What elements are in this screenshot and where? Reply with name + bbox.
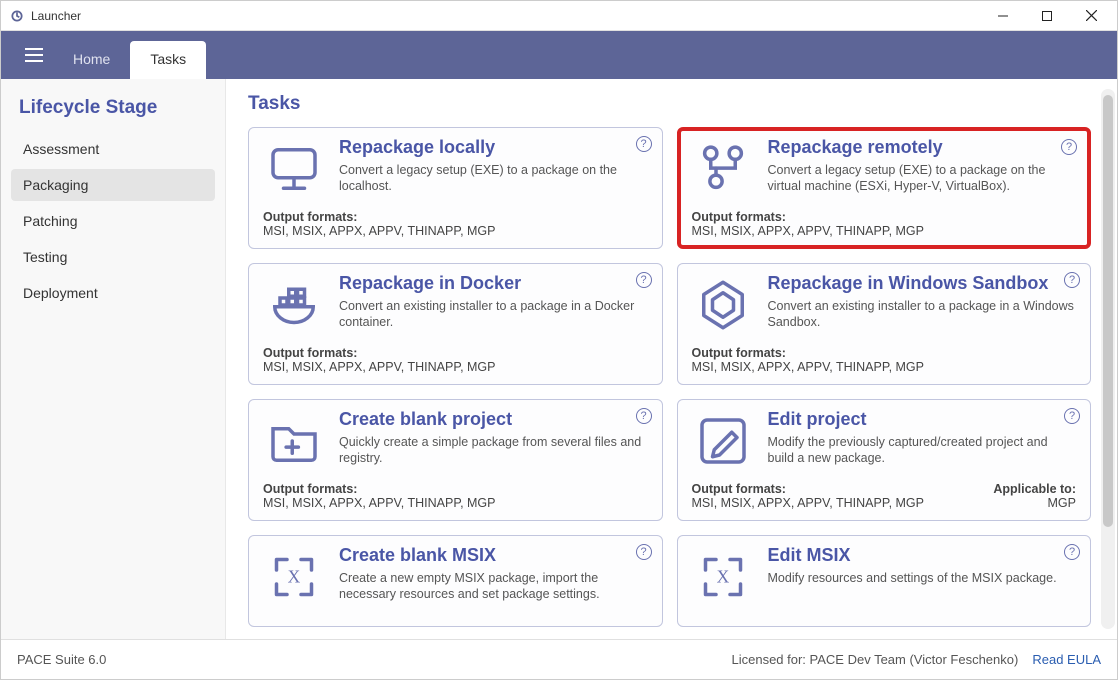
card-title: Repackage locally bbox=[339, 138, 648, 158]
card-title: Repackage in Docker bbox=[339, 274, 648, 294]
card-desc: Convert an existing installer to a packa… bbox=[339, 298, 648, 331]
card-title: Create blank project bbox=[339, 410, 648, 430]
card-desc: Quickly create a simple package from sev… bbox=[339, 434, 648, 467]
card-repackage-locally[interactable]: ? Repackage locally Convert a legacy set… bbox=[248, 127, 663, 249]
output-formats-value: MSI, MSIX, APPX, APPV, THINAPP, MGP bbox=[692, 496, 925, 510]
output-formats-label: Output formats: bbox=[692, 210, 786, 224]
help-icon[interactable]: ? bbox=[1064, 544, 1080, 560]
msix-icon: X bbox=[263, 546, 325, 608]
page-title: Tasks bbox=[248, 93, 1095, 115]
status-bar: PACE Suite 6.0 Licensed for: PACE Dev Te… bbox=[1, 639, 1117, 679]
monitor-icon bbox=[263, 138, 325, 200]
help-icon[interactable]: ? bbox=[1064, 272, 1080, 288]
output-formats-value: MSI, MSIX, APPX, APPV, THINAPP, MGP bbox=[263, 224, 496, 238]
sidebar-item-deployment[interactable]: Deployment bbox=[11, 277, 215, 309]
sandbox-icon bbox=[692, 274, 754, 336]
help-icon[interactable]: ? bbox=[636, 272, 652, 288]
svg-text:X: X bbox=[716, 566, 729, 586]
applicable-label: Applicable to: bbox=[993, 482, 1076, 496]
help-icon[interactable]: ? bbox=[1064, 408, 1080, 424]
eula-link[interactable]: Read EULA bbox=[1032, 652, 1101, 667]
card-repackage-remotely[interactable]: ? Repackage remotely Convert a legacy se… bbox=[677, 127, 1092, 249]
card-create-blank-project[interactable]: ? Create blank project Quickly create a … bbox=[248, 399, 663, 521]
sidebar-item-testing[interactable]: Testing bbox=[11, 241, 215, 273]
output-formats-value: MSI, MSIX, APPX, APPV, THINAPP, MGP bbox=[692, 224, 925, 238]
output-formats-label: Output formats: bbox=[263, 210, 357, 224]
output-formats-value: MSI, MSIX, APPX, APPV, THINAPP, MGP bbox=[692, 360, 925, 374]
scrollbar-thumb[interactable] bbox=[1103, 95, 1113, 527]
sidebar: Lifecycle Stage Assessment Packaging Pat… bbox=[1, 79, 226, 639]
card-title: Edit MSIX bbox=[768, 546, 1057, 566]
card-edit-project[interactable]: ? Edit project Modify the previously cap… bbox=[677, 399, 1092, 521]
help-icon[interactable]: ? bbox=[636, 544, 652, 560]
help-icon[interactable]: ? bbox=[1061, 139, 1077, 155]
card-desc: Convert a legacy setup (EXE) to a packag… bbox=[768, 162, 1077, 195]
titlebar: Launcher bbox=[1, 1, 1117, 31]
card-title: Repackage remotely bbox=[768, 138, 1077, 158]
top-nav: Home Tasks bbox=[1, 31, 1117, 79]
output-formats-label: Output formats: bbox=[692, 482, 786, 496]
applicable-value: MGP bbox=[1048, 496, 1076, 510]
main-panel: Tasks ? Repackage locally Convert a lega… bbox=[226, 79, 1117, 639]
card-desc: Create a new empty MSIX package, import … bbox=[339, 570, 648, 603]
output-formats-label: Output formats: bbox=[692, 346, 786, 360]
sidebar-title: Lifecycle Stage bbox=[11, 93, 215, 131]
close-button[interactable] bbox=[1069, 1, 1113, 30]
menu-button[interactable] bbox=[15, 31, 53, 79]
card-desc: Modify resources and settings of the MSI… bbox=[768, 570, 1057, 586]
output-formats-value: MSI, MSIX, APPX, APPV, THINAPP, MGP bbox=[263, 496, 496, 510]
edit-icon bbox=[692, 410, 754, 472]
msix-icon: X bbox=[692, 546, 754, 608]
card-repackage-sandbox[interactable]: ? Repackage in Windows Sandbox Convert a… bbox=[677, 263, 1092, 385]
card-create-blank-msix[interactable]: ? X Create blank MSIX Create a new empty… bbox=[248, 535, 663, 627]
help-icon[interactable]: ? bbox=[636, 408, 652, 424]
sidebar-item-assessment[interactable]: Assessment bbox=[11, 133, 215, 165]
minimize-button[interactable] bbox=[981, 1, 1025, 30]
card-desc: Convert a legacy setup (EXE) to a packag… bbox=[339, 162, 648, 195]
window-title: Launcher bbox=[31, 9, 81, 23]
card-edit-msix[interactable]: ? X Edit MSIX Modify resources and setti… bbox=[677, 535, 1092, 627]
output-formats-label: Output formats: bbox=[263, 482, 357, 496]
network-icon bbox=[692, 138, 754, 200]
license-label: Licensed for: PACE Dev Team (Victor Fesc… bbox=[731, 652, 1018, 667]
output-formats-value: MSI, MSIX, APPX, APPV, THINAPP, MGP bbox=[263, 360, 496, 374]
card-title: Repackage in Windows Sandbox bbox=[768, 274, 1077, 294]
sidebar-item-patching[interactable]: Patching bbox=[11, 205, 215, 237]
docker-icon bbox=[263, 274, 325, 336]
version-label: PACE Suite 6.0 bbox=[17, 652, 731, 667]
card-title: Edit project bbox=[768, 410, 1077, 430]
tab-tasks[interactable]: Tasks bbox=[130, 41, 206, 79]
card-desc: Modify the previously captured/created p… bbox=[768, 434, 1077, 467]
card-repackage-docker[interactable]: ? Repackage in Docker Convert an existin… bbox=[248, 263, 663, 385]
maximize-button[interactable] bbox=[1025, 1, 1069, 30]
tab-home[interactable]: Home bbox=[53, 41, 130, 79]
card-title: Create blank MSIX bbox=[339, 546, 648, 566]
card-desc: Convert an existing installer to a packa… bbox=[768, 298, 1077, 331]
svg-text:X: X bbox=[288, 566, 301, 586]
scrollbar[interactable] bbox=[1101, 89, 1115, 629]
sidebar-item-packaging[interactable]: Packaging bbox=[11, 169, 215, 201]
folder-plus-icon bbox=[263, 410, 325, 472]
help-icon[interactable]: ? bbox=[636, 136, 652, 152]
app-icon bbox=[9, 8, 25, 24]
output-formats-label: Output formats: bbox=[263, 346, 357, 360]
task-grid: ? Repackage locally Convert a legacy set… bbox=[248, 127, 1095, 627]
